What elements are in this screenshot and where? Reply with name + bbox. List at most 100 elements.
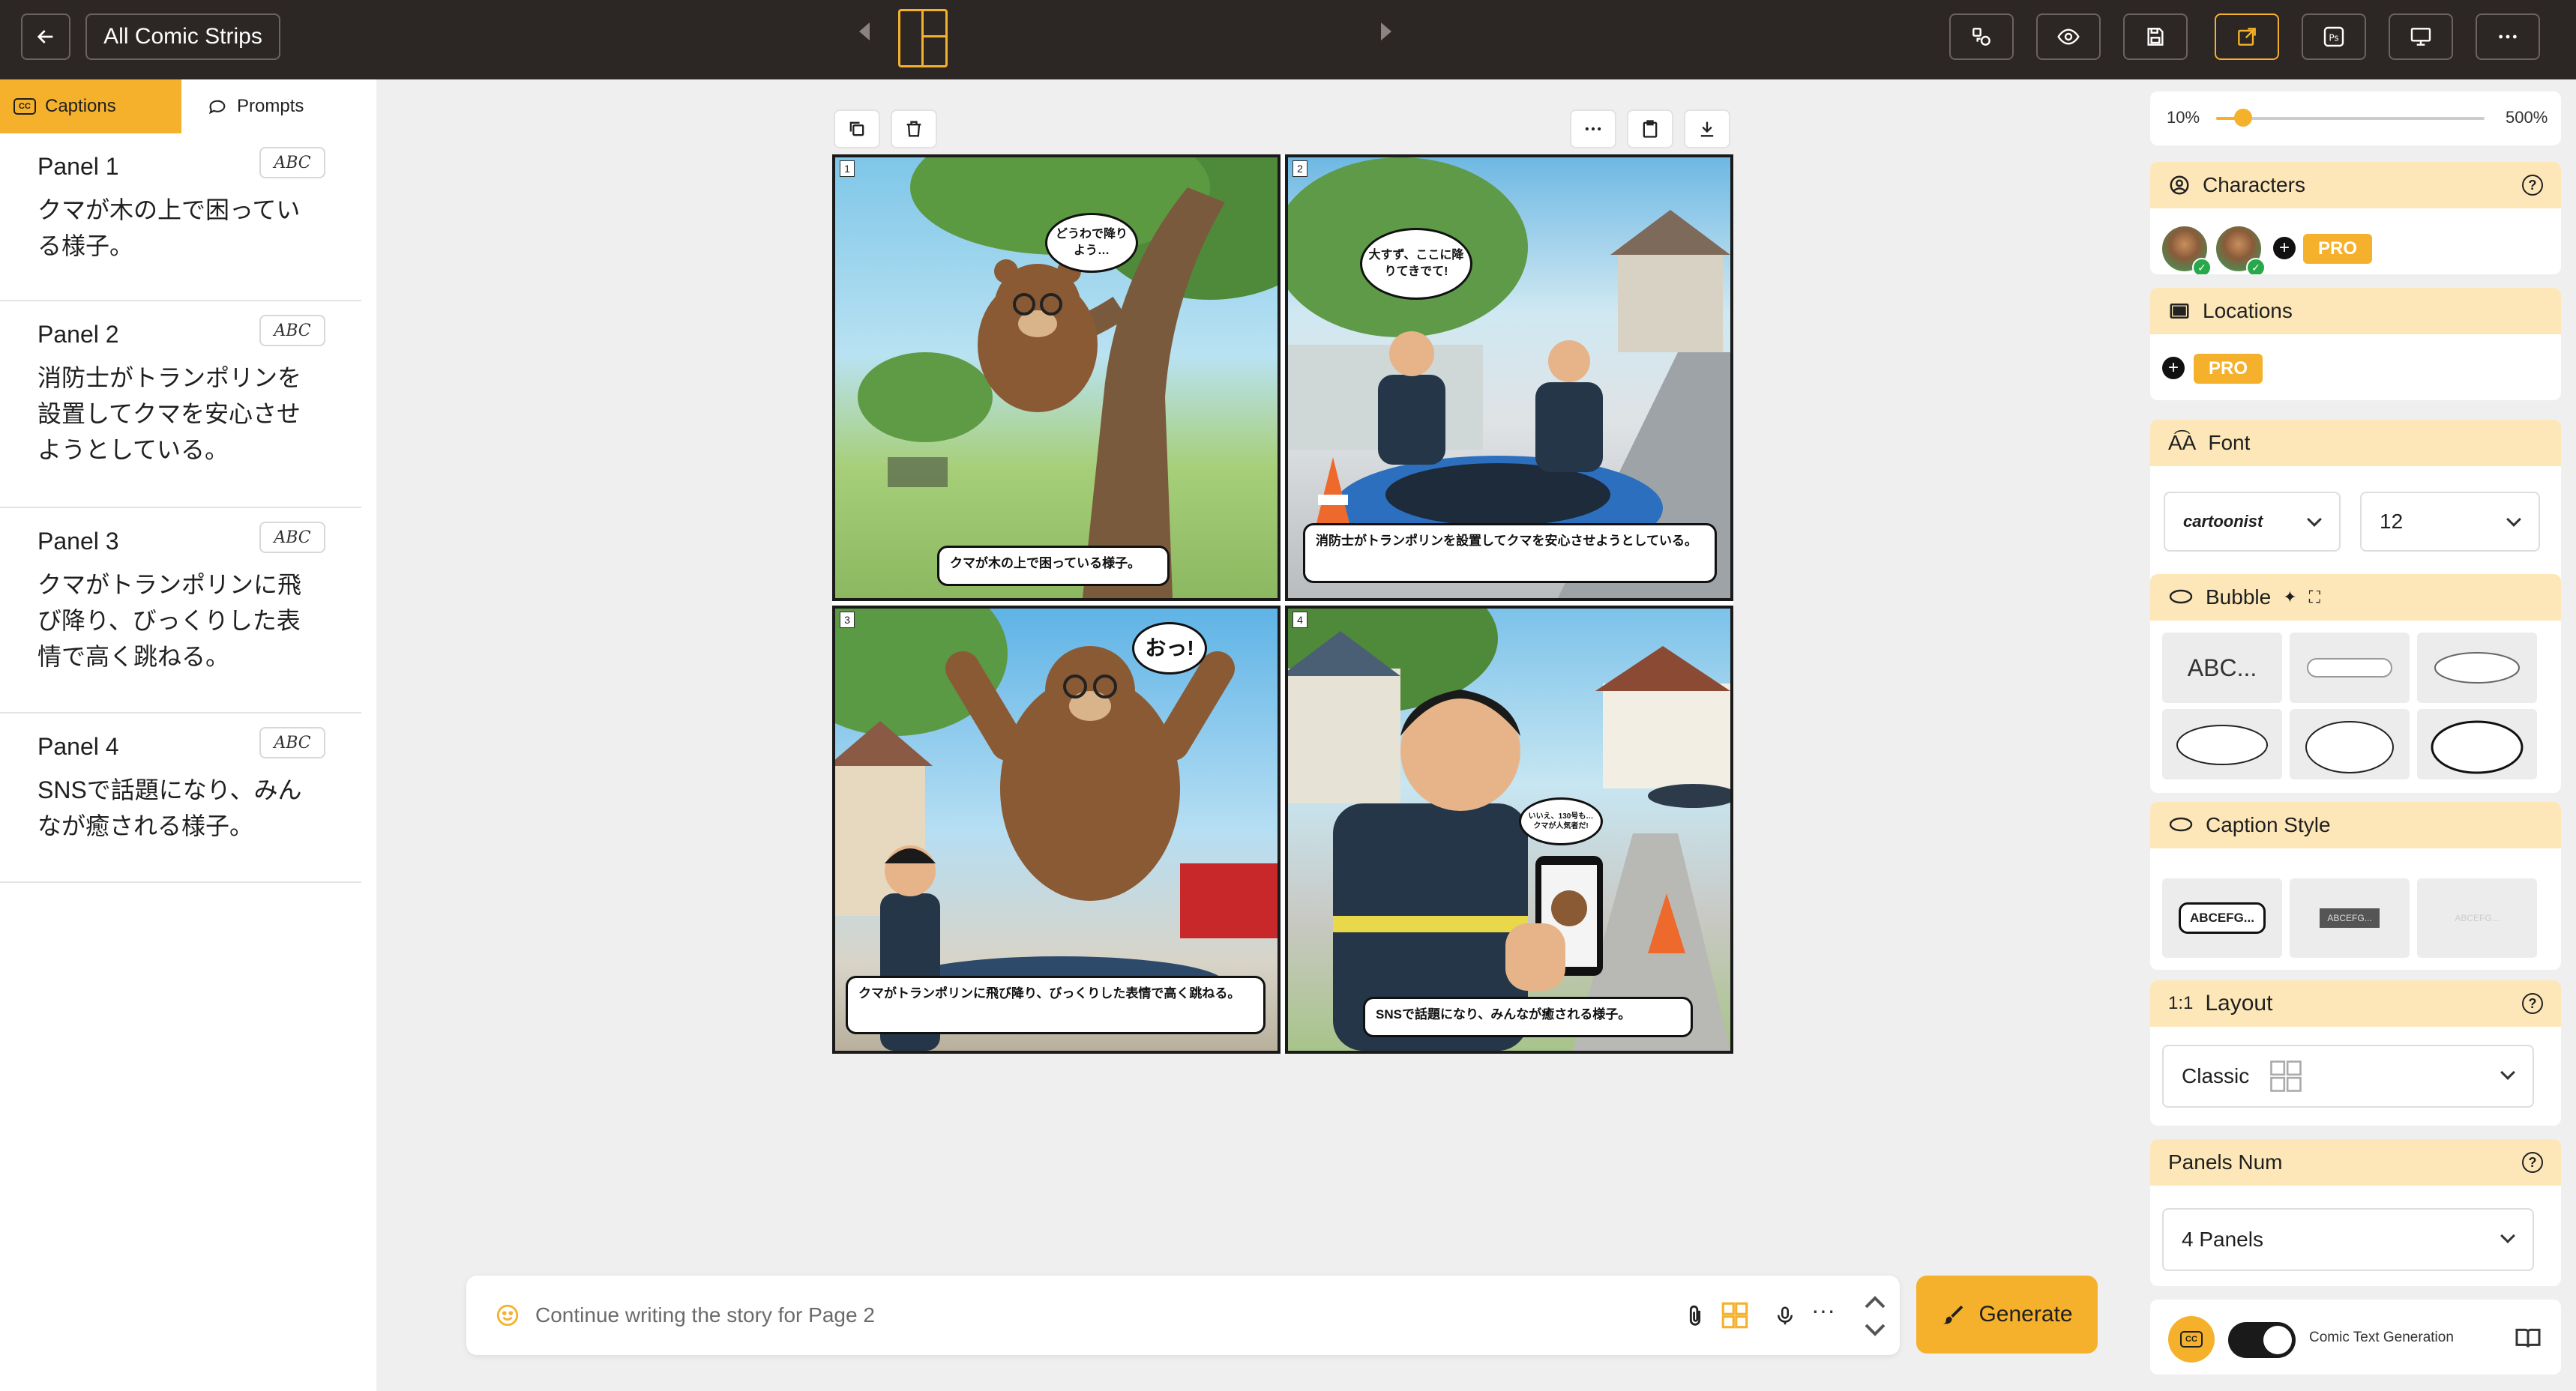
page-more-button[interactable]	[1570, 109, 1616, 148]
locations-section: Locations + PRO	[2150, 288, 2561, 400]
photoshop-button[interactable]: Ps	[2302, 13, 2366, 60]
text-style-badge[interactable]: ABC	[259, 315, 325, 346]
comic-text-generation-label: Comic Text Generation	[2309, 1330, 2454, 1345]
tab-prompts[interactable]: Prompts	[181, 79, 376, 133]
caption-box[interactable]: クマが木の上で困っている様子。	[937, 546, 1170, 586]
speech-bubble[interactable]: 大すず、ここに降りてきでて!	[1360, 228, 1472, 300]
tab-captions-label: Captions	[45, 96, 116, 116]
generate-button[interactable]: Generate	[1916, 1276, 2098, 1354]
zoom-slider-track[interactable]	[2216, 117, 2485, 120]
book-icon[interactable]	[2513, 1324, 2543, 1354]
delete-page-button[interactable]	[891, 109, 937, 148]
eye-icon	[2057, 28, 2080, 45]
add-location-icon[interactable]: +	[2162, 357, 2185, 379]
back-button[interactable]	[21, 13, 70, 60]
check-icon: ✓	[2246, 258, 2266, 274]
microphone-icon[interactable]	[1774, 1301, 1796, 1331]
back-arrow-icon	[37, 30, 53, 43]
caption-style-option[interactable]: ABCEFG...	[2290, 878, 2410, 958]
panels-num-value: 4 Panels	[2182, 1228, 2263, 1251]
bubble-style-option[interactable]	[2290, 709, 2410, 779]
font-family-value: cartoonist	[2183, 512, 2263, 531]
comic-text-generation-toggle[interactable]	[2228, 1322, 2296, 1358]
caption-box[interactable]: クマがトランポリンに飛び降り、びっくりした表情で高く跳ねる。	[846, 976, 1266, 1034]
caption-box[interactable]: SNSで話題になり、みんなが癒される様子。	[1363, 997, 1693, 1037]
zoom-min-label: 10%	[2167, 108, 2200, 127]
panel-caption-item[interactable]: Panel 3 ABC クマがトランポリンに飛び降り、びっくりした表情で高く跳ね…	[0, 508, 361, 713]
expand-collapse-icon[interactable]	[1856, 1289, 1894, 1343]
speech-bubble[interactable]: どうわで降りよう…	[1045, 213, 1138, 273]
add-character-icon[interactable]: +	[2273, 237, 2296, 259]
speech-bubble[interactable]: いいえ、130号も…クマが人気者だ!	[1519, 797, 1603, 845]
panel-caption-item[interactable]: Panel 2 ABC 消防士がトランポリンを設置してクマを安心させようとしてい…	[0, 301, 361, 508]
chevron-down-icon	[2506, 512, 2521, 527]
panel-number: 4	[1292, 612, 1307, 628]
panel-caption-item[interactable]: Panel 1 ABC クマが木の上で困っている様子。	[0, 133, 361, 301]
pro-badge[interactable]: PRO	[2194, 354, 2263, 384]
comic-page[interactable]: 1 どうわで降りよう… クマが木の上で困っている様子。 2 大すず、ここに降りて…	[832, 154, 1733, 1054]
caption-style-option[interactable]: ABCEFG...	[2162, 878, 2282, 958]
download-icon	[1700, 121, 1714, 137]
comic-panel-1[interactable]: 1 どうわで降りよう… クマが木の上で困っている様子。	[832, 154, 1281, 601]
comic-panel-4[interactable]: 4 いいえ、130号も…クマが人気者だ! SNSで話題になり、みんなが癒される様…	[1285, 606, 1733, 1054]
font-family-select[interactable]: cartoonist	[2164, 492, 2341, 552]
panel-caption-item[interactable]: Panel 4 ABC SNSで話題になり、みんなが癒される様子。	[0, 713, 361, 883]
smile-icon[interactable]	[495, 1303, 520, 1328]
shapes-button[interactable]	[1949, 13, 2014, 60]
text-style-badge[interactable]: ABC	[259, 522, 325, 553]
bubble-style-option[interactable]	[2417, 709, 2537, 779]
more-options-button[interactable]	[2476, 13, 2540, 60]
font-header: A͡A Font	[2150, 420, 2561, 466]
bubble-icon	[2169, 589, 2193, 604]
panel-caption-text[interactable]: SNSで話題になり、みんなが癒される様子。	[37, 772, 307, 844]
paperclip-icon[interactable]	[1682, 1301, 1708, 1331]
comic-panel-3[interactable]: 3 おっ! クマがトランポリンに飛び降り、びっくりした表情で高く跳ねる。	[832, 606, 1281, 1054]
export-button[interactable]	[2215, 13, 2279, 60]
panel-grid-icon[interactable]	[1718, 1300, 1751, 1331]
panels-num-select[interactable]: 4 Panels	[2162, 1208, 2534, 1271]
bubble-icon	[2169, 817, 2193, 832]
panel-caption-text[interactable]: 消防士がトランポリンを設置してクマを安心させようとしている。	[37, 360, 307, 468]
text-style-badge[interactable]: ABC	[259, 727, 325, 758]
panel-caption-text[interactable]: クマがトランポリンに飛び降り、びっくりした表情で高く跳ねる。	[37, 567, 307, 675]
bubble-style-option[interactable]	[2162, 709, 2282, 779]
font-icon: A͡A	[2168, 431, 2197, 454]
page-thumbnail[interactable]	[898, 9, 948, 67]
presentation-button[interactable]	[2389, 13, 2453, 60]
pro-badge[interactable]: PRO	[2303, 234, 2373, 264]
all-comic-strips-button[interactable]: All Comic Strips	[85, 13, 280, 60]
font-size-select[interactable]: 12	[2360, 492, 2540, 552]
layout-select[interactable]: Classic	[2162, 1045, 2534, 1108]
bubble-style-option[interactable]	[2290, 633, 2410, 703]
download-button[interactable]	[1684, 109, 1730, 148]
bubble-shape-icon	[2434, 652, 2520, 684]
zoom-slider-thumb[interactable]	[2233, 109, 2252, 127]
help-icon[interactable]: ?	[2522, 175, 2543, 196]
caption-box[interactable]: 消防士がトランポリンを設置してクマを安心させようとしている。	[1303, 523, 1717, 583]
save-button[interactable]	[2123, 13, 2188, 60]
speech-bubble[interactable]: おっ!	[1132, 622, 1207, 675]
help-icon[interactable]: ?	[2522, 993, 2543, 1014]
prompt-more-icon[interactable]: ···	[1808, 1298, 1838, 1331]
previous-page-arrow[interactable]	[859, 22, 870, 40]
duplicate-page-button[interactable]	[834, 109, 880, 148]
captions-toggle-icon[interactable]: CC	[2168, 1316, 2215, 1363]
tab-captions[interactable]: CC Captions	[0, 79, 181, 133]
sparkle-icon[interactable]: ✦	[2283, 588, 2296, 607]
locations-label: Locations	[2203, 299, 2293, 322]
panel-caption-text[interactable]: クマが木の上で困っている様子。	[37, 192, 307, 264]
story-prompt-input[interactable]	[535, 1298, 1495, 1333]
preview-button[interactable]	[2036, 13, 2101, 60]
locations-header: Locations	[2150, 288, 2561, 334]
next-page-arrow[interactable]	[1381, 22, 1391, 40]
comic-panel-2[interactable]: 2 大すず、ここに降りてきでて! 消防士がトランポリンを設置してクマを安心させよ…	[1285, 154, 1733, 601]
bubble-style-text[interactable]: ABC...	[2162, 633, 2282, 703]
help-icon[interactable]: ?	[2522, 1152, 2543, 1173]
paste-button[interactable]	[1627, 109, 1673, 148]
panel-caption-title: Panel 4	[37, 733, 119, 760]
caption-style-option[interactable]: ABCEFG...	[2417, 878, 2537, 958]
fullscreen-icon[interactable]: ⛶	[2309, 588, 2320, 607]
chevron-down-icon	[2500, 1228, 2515, 1243]
bubble-style-option[interactable]	[2417, 633, 2537, 703]
text-style-badge[interactable]: ABC	[259, 147, 325, 178]
